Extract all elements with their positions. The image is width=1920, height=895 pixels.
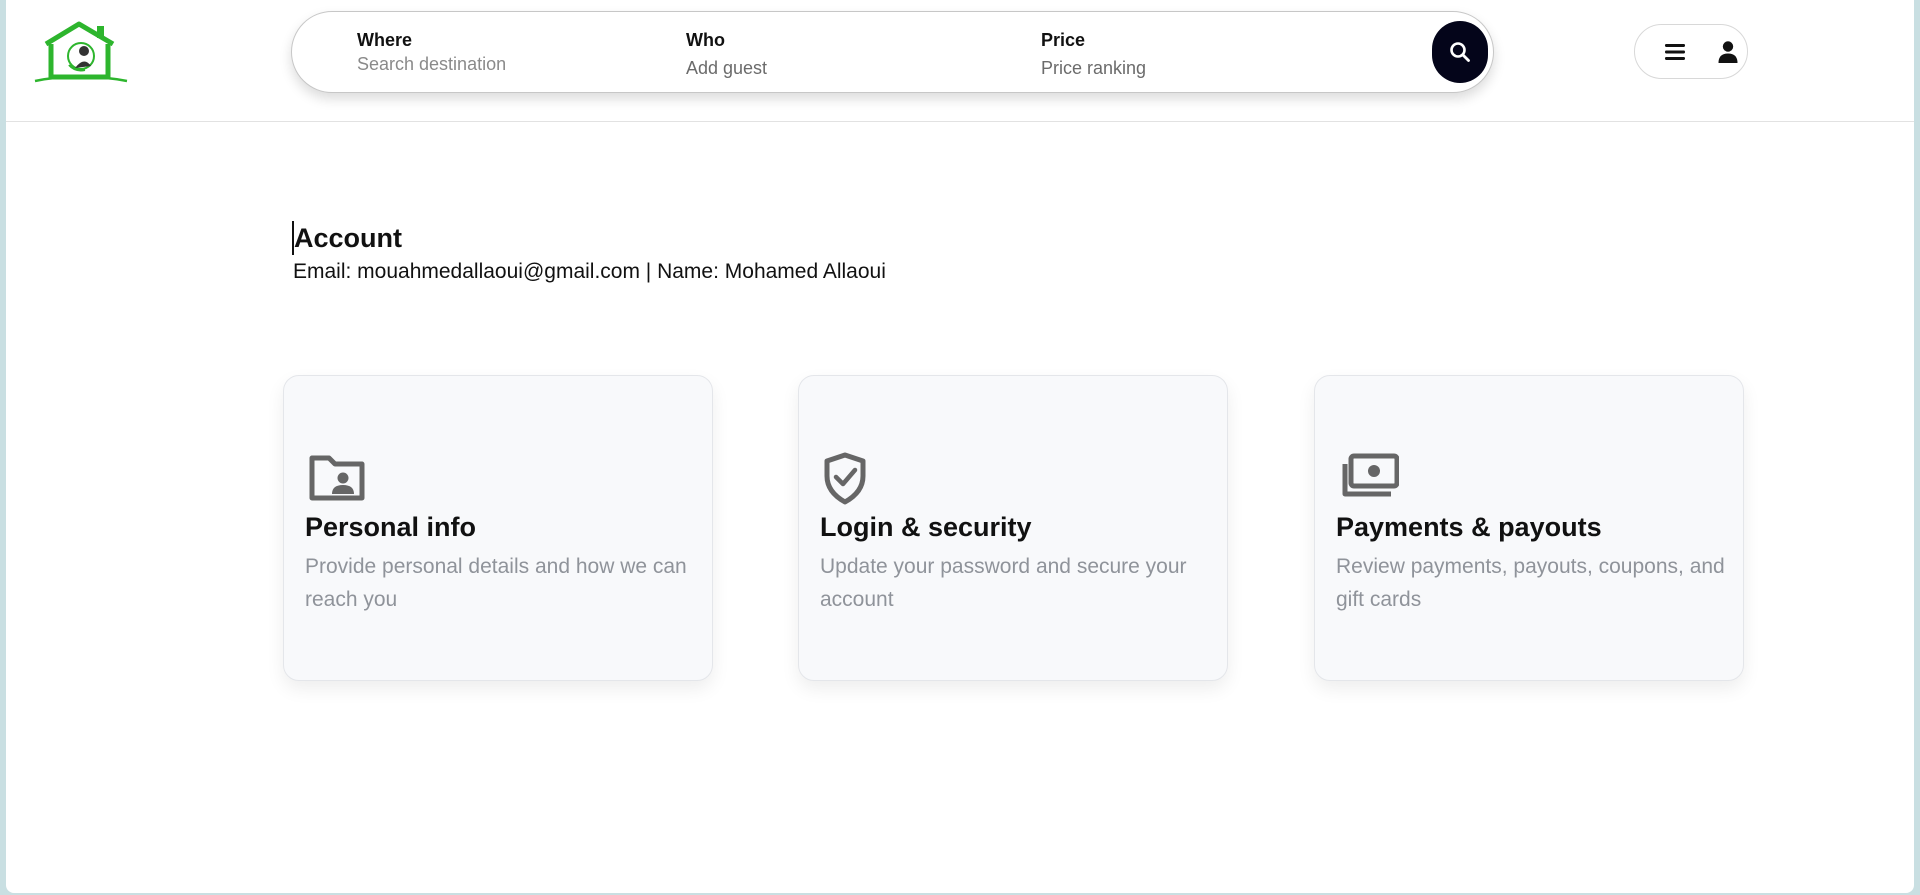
price-field[interactable]: Price Price ranking [1041, 30, 1146, 79]
card-description: Update your password and secure your acc… [820, 555, 1187, 611]
search-bar: Where Search destination Who Add guest P… [291, 11, 1494, 93]
account-title: Account [292, 221, 402, 255]
who-field[interactable]: Who Add guest [686, 30, 767, 79]
where-label: Where [357, 30, 413, 50]
page: Where Search destination Who Add guest P… [6, 0, 1914, 893]
login-security-card[interactable]: Login & security Update your password an… [798, 375, 1228, 681]
personal-info-card[interactable]: Personal info Provide personal details a… [283, 375, 713, 681]
top-navbar: Where Search destination Who Add guest P… [6, 0, 1914, 122]
money-icon [1342, 453, 1399, 497]
card-description: Provide personal details and how we can … [305, 555, 687, 611]
price-value: Price ranking [1041, 58, 1147, 78]
hamburger-icon [1665, 44, 1685, 60]
price-label: Price [1041, 30, 1086, 50]
user-menu-button[interactable] [1634, 24, 1748, 79]
person-icon [1718, 41, 1738, 63]
card-title: Login & security [820, 512, 1032, 542]
search-icon [1450, 42, 1470, 62]
card-description: Review payments, payouts, coupons, and g… [1336, 555, 1725, 611]
where-placeholder: Search destination [357, 54, 507, 74]
who-label: Who [686, 30, 725, 50]
house-logo-icon [34, 21, 128, 83]
card-title: Personal info [305, 512, 477, 542]
account-info: Email: mouahmedallaoui@gmail.com | Name:… [293, 260, 886, 283]
who-value: Add guest [686, 58, 768, 78]
search-button[interactable] [1432, 21, 1488, 83]
home-logo[interactable] [31, 20, 131, 84]
where-field[interactable]: Where Search destination [357, 30, 506, 75]
folder-user-icon [309, 455, 365, 501]
card-title: Payments & payouts [1336, 512, 1602, 542]
shield-check-icon [824, 452, 866, 505]
payments-payouts-card[interactable]: Payments & payouts Review payments, payo… [1314, 375, 1744, 681]
